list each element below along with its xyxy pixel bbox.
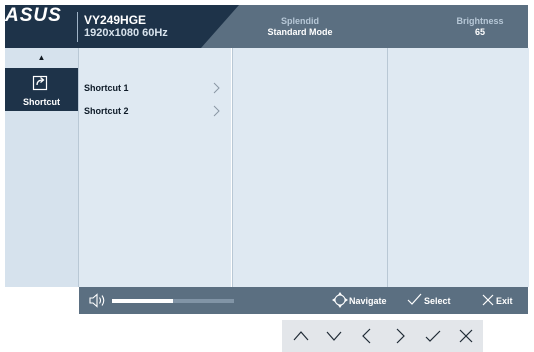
brightness-status: Brightness 65 xyxy=(425,16,528,38)
shortcut-arrow-icon xyxy=(32,75,48,91)
volume-slider-fill xyxy=(112,299,173,303)
chevron-right-icon xyxy=(213,105,220,117)
exit-hint: Exit xyxy=(482,294,513,307)
check-icon xyxy=(425,330,441,342)
chevron-right-icon xyxy=(213,82,220,94)
resolution-info: 1920x1080 60Hz xyxy=(84,27,168,39)
control-button-bar xyxy=(282,320,483,352)
exit-label: Exit xyxy=(496,296,513,306)
chevron-up-icon xyxy=(293,331,309,341)
chevron-down-icon xyxy=(326,331,342,341)
sidebar-item-shortcut[interactable]: Shortcut xyxy=(5,68,78,111)
submenu-column: Shortcut 1 Shortcut 2 xyxy=(79,48,231,287)
submenu-item-label: Shortcut 2 xyxy=(84,106,129,116)
brightness-label: Brightness xyxy=(456,16,504,26)
right-button[interactable] xyxy=(383,320,416,352)
check-icon xyxy=(407,293,422,305)
sidebar-item-label: Shortcut xyxy=(23,97,60,107)
navigate-label: Navigate xyxy=(349,296,387,306)
model-name: VY249HGE xyxy=(84,13,147,27)
chevron-left-icon xyxy=(362,328,371,344)
navigate-icon xyxy=(332,292,348,308)
close-icon xyxy=(482,294,494,306)
brand-divider xyxy=(77,12,78,42)
triangle-up-icon[interactable]: ▲ xyxy=(5,52,78,64)
osd-footer: Navigate Select Exit xyxy=(79,287,528,314)
osd-header: ASUS VY249HGE 1920x1080 60Hz Splendid St… xyxy=(5,5,528,48)
svg-text:ASUS: ASUS xyxy=(5,5,62,25)
up-button[interactable] xyxy=(284,320,317,352)
down-button[interactable] xyxy=(317,320,350,352)
brightness-value: 65 xyxy=(474,27,485,37)
values-column xyxy=(387,48,529,287)
osd-menu: ASUS VY249HGE 1920x1080 60Hz Splendid St… xyxy=(5,5,529,314)
splendid-label: Splendid xyxy=(281,16,319,26)
speaker-icon xyxy=(89,293,105,308)
select-button[interactable] xyxy=(416,320,449,352)
select-label: Select xyxy=(424,296,451,306)
brand-panel: ASUS VY249HGE 1920x1080 60Hz xyxy=(5,5,239,48)
left-button[interactable] xyxy=(350,320,383,352)
submenu-item-label: Shortcut 1 xyxy=(84,83,129,93)
submenu-item-shortcut-1[interactable]: Shortcut 1 xyxy=(84,81,224,95)
main-menu-sidebar: ▲ Shortcut xyxy=(5,48,79,287)
volume-slider[interactable] xyxy=(112,299,234,303)
chevron-right-icon xyxy=(396,328,405,344)
submenu-item-shortcut-2[interactable]: Shortcut 2 xyxy=(84,104,224,118)
select-hint: Select xyxy=(407,293,451,307)
splendid-status: Splendid Standard Mode xyxy=(245,16,355,38)
asus-logo: ASUS xyxy=(5,5,62,25)
close-icon xyxy=(459,329,473,343)
navigate-hint: Navigate xyxy=(332,292,387,308)
exit-button[interactable] xyxy=(449,320,482,352)
options-column xyxy=(232,48,387,287)
splendid-value: Standard Mode xyxy=(267,27,333,37)
